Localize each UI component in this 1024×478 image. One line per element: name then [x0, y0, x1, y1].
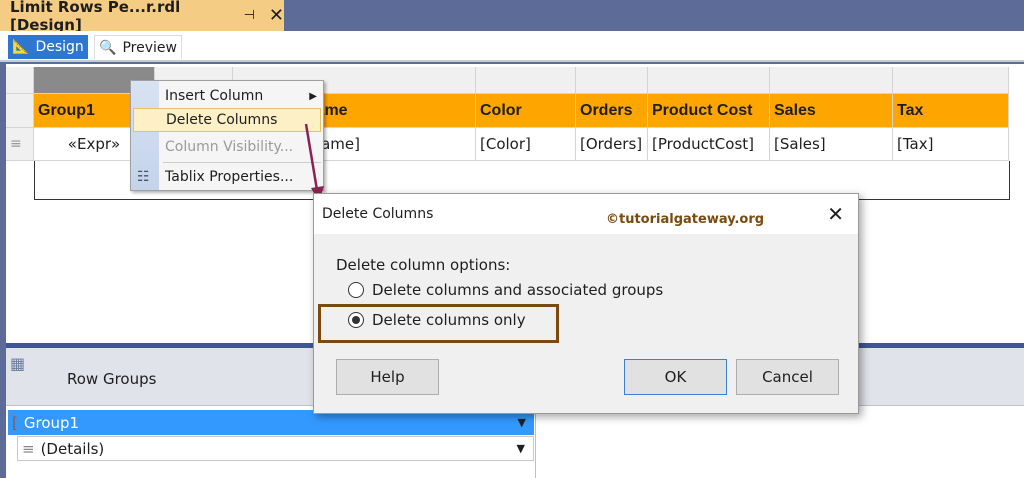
row-groups-title: Row Groups — [67, 370, 157, 388]
options-label: Delete column options: — [336, 256, 511, 274]
menu-label: Column Visibility... — [165, 139, 294, 155]
data-cell[interactable]: [Sales] — [770, 128, 893, 161]
menu-label: Insert Column — [165, 88, 264, 104]
grid-icon: ▦ — [10, 354, 26, 373]
ruler-triangle-icon: 📐 — [12, 39, 30, 55]
group-label: Group1 — [23, 413, 80, 432]
dialog-titlebar: Delete Columns ©tutorialgateway.org ✕ — [314, 194, 858, 234]
bracket-icon: [ — [12, 413, 18, 432]
view-toolbar: 📐 Design 🔍 Preview — [0, 31, 1024, 62]
submenu-arrow-icon: ▶ — [309, 90, 317, 102]
document-tab[interactable]: Limit Rows Pe...r.rdl [Design] ⊣ ✕ — [0, 0, 284, 34]
preview-label: Preview — [122, 39, 177, 56]
preview-magnifier-icon: 🔍 — [99, 39, 117, 56]
column-handle[interactable] — [648, 67, 770, 94]
data-cell[interactable]: [Color] — [476, 128, 576, 161]
help-button[interactable]: Help — [336, 359, 439, 395]
close-icon[interactable]: ✕ — [269, 5, 284, 26]
corner-handle[interactable] — [6, 67, 34, 94]
annotation-arrow — [304, 123, 324, 202]
header-cell[interactable]: Product Cost — [648, 94, 770, 128]
radio-unselected-icon — [348, 282, 364, 298]
radio-delete-columns-and-groups[interactable]: Delete columns and associated groups — [348, 281, 663, 299]
ok-button[interactable]: OK — [624, 359, 727, 395]
column-handle[interactable] — [476, 67, 576, 94]
row-groups-list: [ Group1 ▼ ≡ (Details) ▼ — [6, 406, 536, 478]
column-handle[interactable] — [770, 67, 893, 94]
header-cell[interactable]: Color — [476, 94, 576, 128]
close-icon[interactable]: ✕ — [827, 202, 844, 226]
pin-icon[interactable]: ⊣ — [244, 8, 255, 23]
details-icon: ≡ — [22, 439, 35, 458]
column-handle[interactable] — [893, 67, 1009, 94]
column-groups-list — [536, 406, 1024, 478]
header-cell[interactable]: Sales — [770, 94, 893, 128]
cancel-button[interactable]: Cancel — [736, 359, 839, 395]
design-tab[interactable]: 📐 Design — [8, 35, 88, 59]
group-label: (Details) — [40, 439, 105, 458]
data-cell[interactable]: [ProductCost] — [648, 128, 770, 161]
group-item-details[interactable]: ≡ (Details) ▼ — [17, 436, 534, 461]
row-handle[interactable] — [6, 94, 34, 128]
highlight-box — [318, 304, 559, 343]
header-cell[interactable]: Tax — [893, 94, 1009, 128]
watermark: ©tutorialgateway.org — [606, 212, 765, 227]
header-cell[interactable]: Orders — [576, 94, 648, 128]
row-handle-details[interactable]: ≡ — [6, 128, 34, 161]
menu-label: Tablix Properties... — [165, 169, 294, 185]
design-label: Design — [35, 39, 84, 55]
preview-tab[interactable]: 🔍 Preview — [94, 35, 182, 59]
dropdown-arrow-icon[interactable]: ▼ — [518, 416, 526, 429]
menu-label: Delete Columns — [166, 112, 278, 128]
dropdown-arrow-icon[interactable]: ▼ — [517, 442, 525, 455]
dialog-title: Delete Columns — [322, 206, 434, 222]
radio-label: Delete columns and associated groups — [372, 281, 664, 299]
properties-icon: ☷ — [137, 169, 150, 185]
data-cell[interactable]: [Orders] — [576, 128, 648, 161]
data-cell[interactable]: [Tax] — [893, 128, 1009, 161]
column-handle[interactable] — [576, 67, 648, 94]
delete-columns-dialog: Delete Columns ©tutorialgateway.org ✕ De… — [313, 193, 859, 414]
document-title: Limit Rows Pe...r.rdl [Design] — [10, 0, 181, 34]
menu-item-insert-column[interactable]: Insert Column ▶ — [133, 84, 321, 108]
